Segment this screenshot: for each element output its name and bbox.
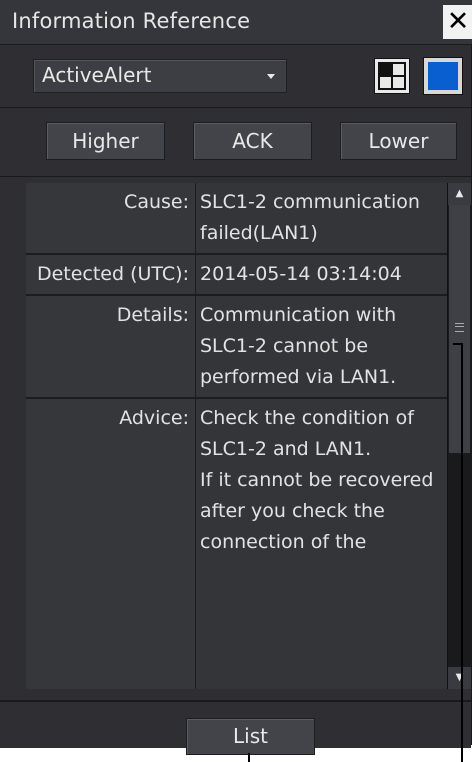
- close-icon: ✕: [446, 6, 470, 37]
- details-label: Details:: [26, 296, 196, 397]
- color-mode-button[interactable]: [423, 57, 463, 95]
- ack-button[interactable]: ACK: [193, 122, 312, 160]
- table-row: Detected (UTC): 2014-05-14 03:14:04: [26, 255, 447, 296]
- navigation-row: Higher ACK Lower: [0, 108, 471, 177]
- callout-line: [461, 343, 463, 762]
- close-button[interactable]: ✕: [443, 5, 472, 39]
- information-reference-panel: Information Reference ✕ ActiveAlert High…: [0, 0, 472, 755]
- alert-type-dropdown[interactable]: ActiveAlert: [33, 59, 287, 93]
- window-title: Information Reference: [12, 9, 251, 33]
- lower-button[interactable]: Lower: [340, 122, 457, 160]
- footer-bar: List: [0, 700, 471, 755]
- list-button[interactable]: List: [186, 718, 315, 755]
- detected-label: Detected (UTC):: [26, 255, 196, 294]
- cause-value: SLC1-2 communication failed(LAN1): [200, 191, 420, 244]
- title-bar: Information Reference ✕: [0, 0, 472, 45]
- alert-details-table[interactable]: Cause: SLC1-2 communication failed(LAN1)…: [26, 183, 447, 689]
- color-swatch-icon: [428, 62, 458, 90]
- scroll-thumb[interactable]: [449, 205, 470, 453]
- callout-line: [248, 753, 250, 762]
- advice-label: Advice:: [26, 399, 196, 689]
- details-value: Communication with SLC1-2 cannot be perf…: [200, 304, 397, 388]
- table-row: Advice: Check the condition of SLC1-2 an…: [26, 399, 447, 689]
- scroll-up-arrow-icon[interactable]: ▲: [448, 183, 471, 205]
- scroll-down-arrow-icon[interactable]: ▼: [448, 667, 471, 689]
- toolbar: ActiveAlert: [0, 45, 471, 108]
- advice-value: Check the condition of SLC1-2 and LAN1. …: [200, 407, 434, 553]
- cause-label: Cause:: [26, 183, 196, 253]
- chevron-down-icon: [267, 74, 275, 79]
- vertical-scrollbar[interactable]: ▲ ▼: [447, 183, 471, 689]
- window-layout-button[interactable]: [374, 58, 410, 94]
- table-row: Cause: SLC1-2 communication failed(LAN1): [26, 183, 447, 255]
- grip-icon: [455, 323, 464, 332]
- detected-value: 2014-05-14 03:14:04: [200, 263, 402, 285]
- dropdown-value: ActiveAlert: [42, 63, 152, 87]
- window-layout-icon: [378, 62, 406, 90]
- higher-button[interactable]: Higher: [46, 122, 165, 160]
- table-row: Details: Communication with SLC1-2 canno…: [26, 296, 447, 399]
- callout-line: [453, 343, 463, 345]
